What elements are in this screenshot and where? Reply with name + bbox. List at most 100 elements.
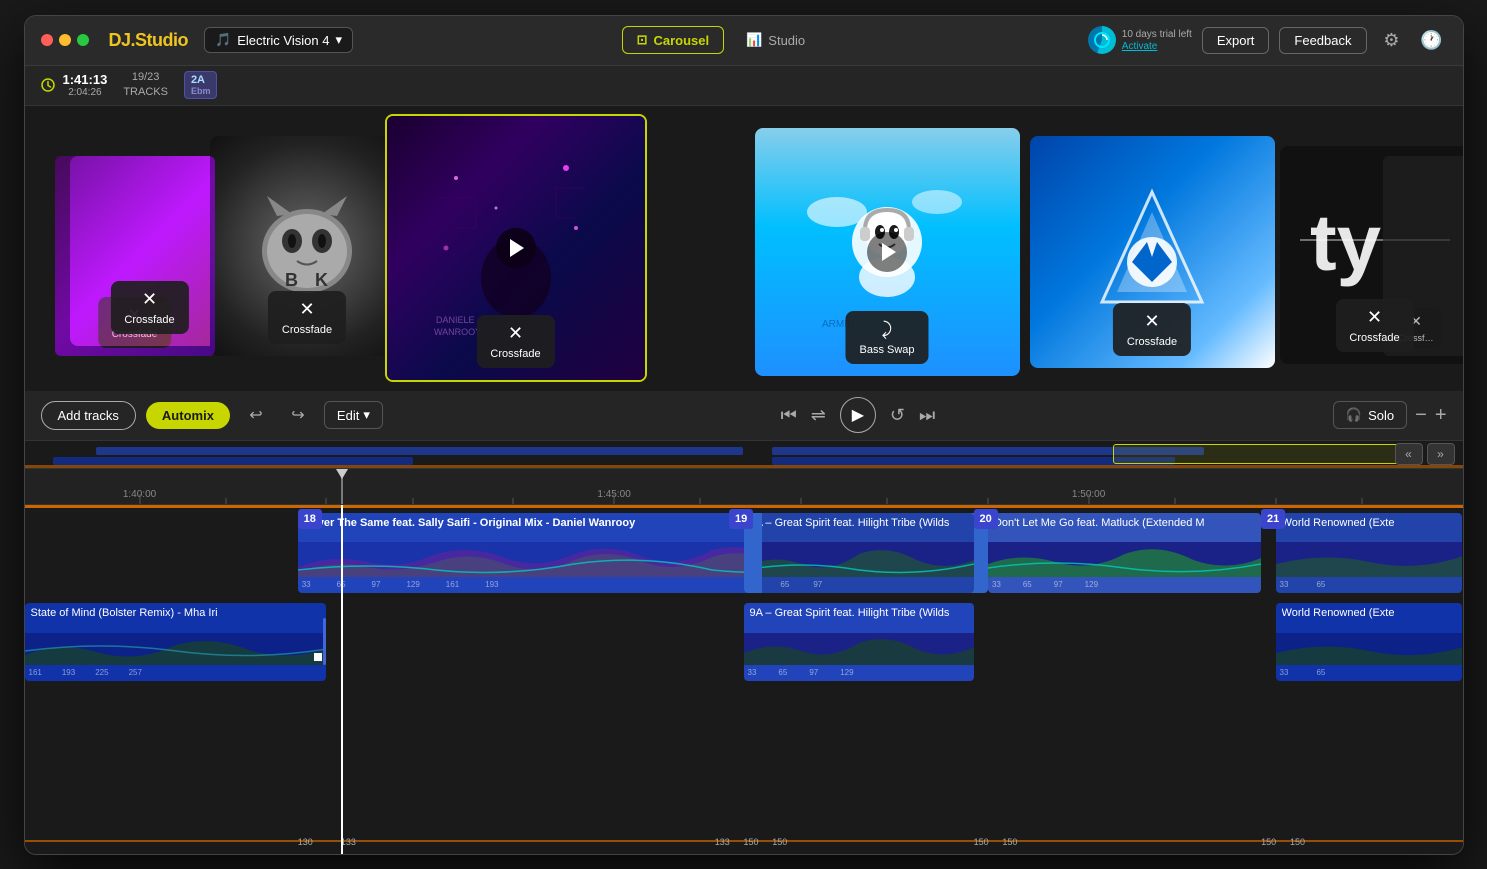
- tracks-count: 19/23 TRACKS: [123, 70, 168, 101]
- zoom-out-button[interactable]: −: [1415, 404, 1427, 427]
- carousel-button[interactable]: ⊡ Carousel: [622, 26, 725, 54]
- bass-swap-badge[interactable]: ⤸ Bass Swap: [845, 311, 928, 364]
- svg-text:B: B: [285, 270, 298, 290]
- redo-button[interactable]: ↪: [282, 399, 314, 431]
- beat-193: 193: [485, 580, 498, 589]
- transition-badge-1[interactable]: ✕ Crossfade: [110, 281, 188, 334]
- add-tracks-button[interactable]: Add tracks: [41, 401, 136, 430]
- carousel-icon: ⊡: [637, 32, 648, 48]
- cue-point: [314, 653, 322, 661]
- svg-text:WANROOY: WANROOY: [434, 327, 481, 337]
- track-block-19[interactable]: 9A – Great Spirit feat. Hilight Tribe (W…: [744, 513, 974, 593]
- close-button[interactable]: [41, 34, 53, 46]
- ruler-minor-9: [1174, 498, 1175, 504]
- project-selector[interactable]: 🎵 Electric Vision 4 ▾: [204, 27, 353, 53]
- album-card-5[interactable]: ✕ Crossfade: [1030, 136, 1275, 368]
- beat-markers-21: 33 65: [1280, 580, 1326, 589]
- skip-forward-btn[interactable]: »: [1427, 443, 1455, 465]
- waveform-bottom-1: [25, 633, 327, 665]
- ruler-line-3: [1088, 494, 1089, 504]
- app-logo: DJ.Studio: [109, 30, 189, 51]
- transition-badge-3[interactable]: ✕ Crossfade: [476, 315, 554, 368]
- track-block-bottom-1[interactable]: State of Mind (Bolster Remix) - Mha Iri …: [25, 603, 327, 681]
- mixed-in-key: 10 days trial left Activate: [1088, 26, 1192, 54]
- solo-button[interactable]: 🎧 Solo: [1333, 401, 1407, 429]
- ruler-minor-10: [1275, 498, 1276, 504]
- chevron-down-icon: ▾: [335, 32, 342, 48]
- play-button-4[interactable]: [867, 232, 907, 272]
- beat-markers-bottom-1: 161 193 225 257: [29, 668, 142, 677]
- settings-button[interactable]: ⚙: [1377, 25, 1407, 55]
- playhead: [341, 505, 343, 854]
- transition-label-6: Crossfade: [1349, 332, 1399, 344]
- svg-text:ty: ty: [1310, 198, 1382, 287]
- timeline-minimap[interactable]: « »: [25, 441, 1463, 469]
- transition-badge-5[interactable]: ✕ Crossfade: [1113, 303, 1191, 356]
- minimap-viewport[interactable]: [1113, 444, 1403, 464]
- total-time: 2:04:26: [68, 87, 101, 98]
- export-button[interactable]: Export: [1202, 27, 1270, 54]
- track-block-20[interactable]: Don't Let Me Go feat. Matluck (Extended …: [988, 513, 1261, 593]
- timeline-container: « » 1:40:00 1:45:00 1:50:00: [25, 441, 1463, 854]
- play-button-active[interactable]: [496, 228, 536, 268]
- bpm-val-150a: 150: [744, 837, 759, 847]
- ruler-minor-11: [1361, 498, 1362, 504]
- transition-badge-2[interactable]: ✕ Crossfade: [268, 291, 346, 344]
- transition-label-5: Crossfade: [1127, 336, 1177, 348]
- edit-button[interactable]: Edit ▾: [324, 401, 383, 429]
- album-card-2[interactable]: B K ✕ Crossfade: [210, 136, 405, 356]
- track-title-bottom-3: World Renowned (Exte: [1282, 607, 1457, 619]
- track-block-bottom-3[interactable]: World Renowned (Exte 33 65: [1276, 603, 1463, 681]
- undo-button[interactable]: ↩: [240, 399, 272, 431]
- track-title-21: World Renowned (Exte: [1282, 517, 1457, 529]
- track-title-bottom-2: 9A – Great Spirit feat. Hilight Tribe (W…: [750, 607, 968, 619]
- track-number-18: 18: [298, 509, 322, 529]
- waveform-19: [744, 542, 974, 577]
- transition-badge-6[interactable]: ✕ Crossfade: [1335, 299, 1413, 352]
- carousel-label: Carousel: [653, 33, 709, 48]
- track-number-21: 21: [1261, 509, 1285, 529]
- skip-forward-button[interactable]: ⏭: [919, 405, 935, 426]
- tracks-label: TRACKS: [123, 86, 168, 98]
- skip-back-button[interactable]: ⏮: [781, 405, 797, 426]
- fullscreen-button[interactable]: [77, 34, 89, 46]
- ruler-minor-4: [513, 498, 514, 504]
- track-block-21[interactable]: World Renowned (Exte 33 65: [1276, 513, 1463, 593]
- studio-button[interactable]: 📊 Studio: [732, 27, 819, 53]
- track-block-bottom-2[interactable]: 9A – Great Spirit feat. Hilight Tribe (W…: [744, 603, 974, 681]
- loop-button[interactable]: ↺: [890, 405, 905, 426]
- bass-swap-icon: ⤸: [882, 319, 893, 340]
- ruler-minor-1: [225, 498, 226, 504]
- edit-chevron: ▾: [363, 407, 370, 423]
- track-number-19: 19: [729, 509, 753, 529]
- tracks-area[interactable]: 18 Never The Same feat. Sally Saifi - Or…: [25, 505, 1463, 854]
- crossfade-icon-1: ✕: [142, 289, 157, 310]
- activate-link[interactable]: Activate: [1122, 41, 1192, 52]
- beat-markers-20: 33 65 97 129: [992, 580, 1098, 589]
- play-pause-button[interactable]: ▶: [840, 397, 876, 433]
- trial-info: 10 days trial left Activate: [1122, 28, 1192, 52]
- minimize-button[interactable]: [59, 34, 71, 46]
- title-bar: DJ.Studio 🎵 Electric Vision 4 ▾ ⊡ Carous…: [25, 16, 1463, 66]
- feedback-button[interactable]: Feedback: [1279, 27, 1366, 54]
- beat-markers-18: 33 65 97 129 161 193: [302, 580, 499, 589]
- bpm-val-133b: 133: [715, 837, 730, 847]
- waveform-icon: 📊: [746, 32, 762, 48]
- skip-backward-button[interactable]: «: [1395, 443, 1423, 465]
- beat-97: 97: [372, 580, 381, 589]
- elapsed-time: 1:41:13: [63, 72, 108, 87]
- headphone-icon: 🎧: [1346, 407, 1362, 423]
- waveform-bottom-2: [744, 633, 974, 665]
- automix-button[interactable]: Automix: [146, 402, 230, 429]
- bottom-toolbar: Add tracks Automix ↩ ↪ Edit ▾ ⏮ ⇌ ▶ ↺ ⏭ …: [25, 391, 1463, 441]
- zoom-in-button[interactable]: +: [1435, 404, 1447, 427]
- album-card-active[interactable]: DANIELE WANROOY ✕ Crossfade: [385, 114, 647, 382]
- clock-button[interactable]: 🕐: [1417, 25, 1447, 55]
- key-value: 2A: [191, 74, 205, 86]
- shuffle-button[interactable]: ⇌: [811, 405, 826, 426]
- crossfade-icon-6: ✕: [1367, 307, 1382, 328]
- trial-days: 10 days trial left: [1122, 28, 1192, 41]
- waveform-20: [988, 542, 1261, 577]
- edit-label: Edit: [337, 408, 359, 423]
- album-card-4[interactable]: ARMIN ⤸ Bass Swap: [755, 128, 1020, 376]
